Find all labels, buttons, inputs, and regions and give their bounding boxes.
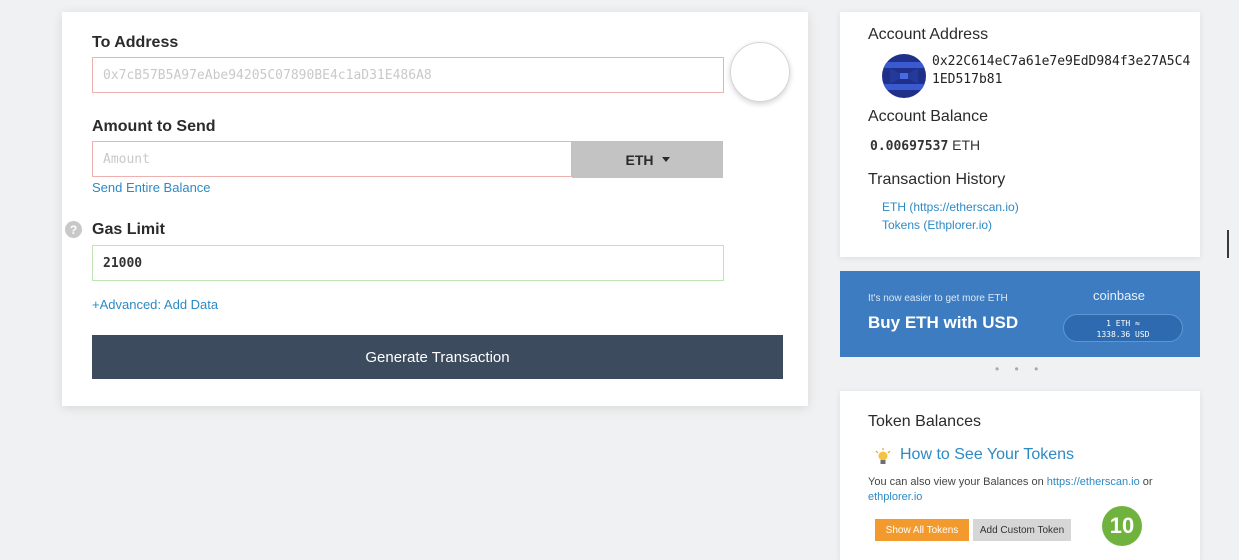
identicon-icon — [882, 54, 926, 98]
lightbulb-icon — [875, 448, 891, 464]
currency-dropdown[interactable]: ETH — [572, 141, 723, 178]
address-identicon-placeholder — [730, 42, 790, 102]
chevron-down-icon — [661, 156, 670, 162]
coinbase-promo-banner[interactable]: It's now easier to get more ETH Buy ETH … — [840, 271, 1200, 357]
amount-label: Amount to Send — [92, 118, 216, 135]
token-balances-card: Token Balances How to See Your Tokens Yo… — [840, 391, 1200, 560]
history-link-ethplorer[interactable]: Tokens (Ethplorer.io) — [882, 218, 992, 232]
generate-transaction-button[interactable]: Generate Transaction — [92, 335, 783, 379]
send-form-panel: To Address 0x7cB57B5A97eAbe94205C07890BE… — [62, 12, 808, 406]
account-address-value: 0x22C614eC7a61e7e9EdD984f3e27A5C41ED517b… — [932, 54, 1191, 87]
scrollbar-edge — [1227, 230, 1229, 258]
add-custom-token-button[interactable]: Add Custom Token — [973, 519, 1071, 541]
carousel-dots[interactable]: • • • — [995, 362, 1044, 376]
history-link-etherscan[interactable]: ETH (https://etherscan.io) — [882, 200, 1019, 214]
to-address-label: To Address — [92, 34, 179, 51]
rate-line-2: 1338.36 USD — [1096, 330, 1150, 339]
step-number-badge: 10 — [1102, 506, 1142, 546]
promo-title: Buy ETH with USD — [868, 313, 1019, 332]
advanced-add-data-link[interactable]: +Advanced: Add Data — [92, 297, 218, 312]
help-icon[interactable]: ? — [65, 221, 82, 238]
show-all-tokens-button[interactable]: Show All Tokens — [875, 519, 969, 541]
amount-input[interactable]: Amount — [92, 141, 572, 177]
token-balances-heading: Token Balances — [868, 413, 981, 430]
account-info-card: Account Address 0x22C614eC7a61e7e9EdD984… — [840, 12, 1200, 257]
etherscan-link[interactable]: https://etherscan.io — [1047, 476, 1140, 488]
token-text-or: or — [1139, 476, 1153, 488]
promo-subtext: It's now easier to get more ETH — [868, 293, 1008, 304]
ethplorer-link[interactable]: ethplorer.io — [868, 491, 922, 503]
gas-limit-input[interactable]: 21000 — [92, 245, 724, 281]
gas-limit-label: Gas Limit — [92, 221, 165, 238]
account-address-heading: Account Address — [868, 26, 989, 43]
rate-line-1: 1 ETH ≈ — [1106, 319, 1140, 328]
token-text-prefix: You can also view your Balances on — [868, 476, 1047, 488]
to-address-input[interactable]: 0x7cB57B5A97eAbe94205C07890BE4c1aD31E486… — [92, 57, 724, 93]
page: To Address 0x7cB57B5A97eAbe94205C07890BE… — [0, 0, 1239, 560]
balance-amount: 0.00697537 — [870, 139, 949, 154]
exchange-rate-pill: 1 ETH ≈ 1338.36 USD — [1063, 314, 1183, 342]
account-balance: 0.00697537 ETH — [870, 137, 980, 154]
transaction-history-heading: Transaction History — [868, 171, 1006, 188]
coinbase-logo: coinbase — [1093, 288, 1146, 303]
currency-label: ETH — [625, 151, 654, 168]
how-to-see-tokens-link[interactable]: How to See Your Tokens — [900, 446, 1074, 464]
account-balance-heading: Account Balance — [868, 108, 989, 125]
balance-unit: ETH — [952, 137, 981, 153]
token-help-text: You can also view your Balances on https… — [868, 475, 1178, 505]
send-entire-balance-link[interactable]: Send Entire Balance — [92, 180, 211, 195]
